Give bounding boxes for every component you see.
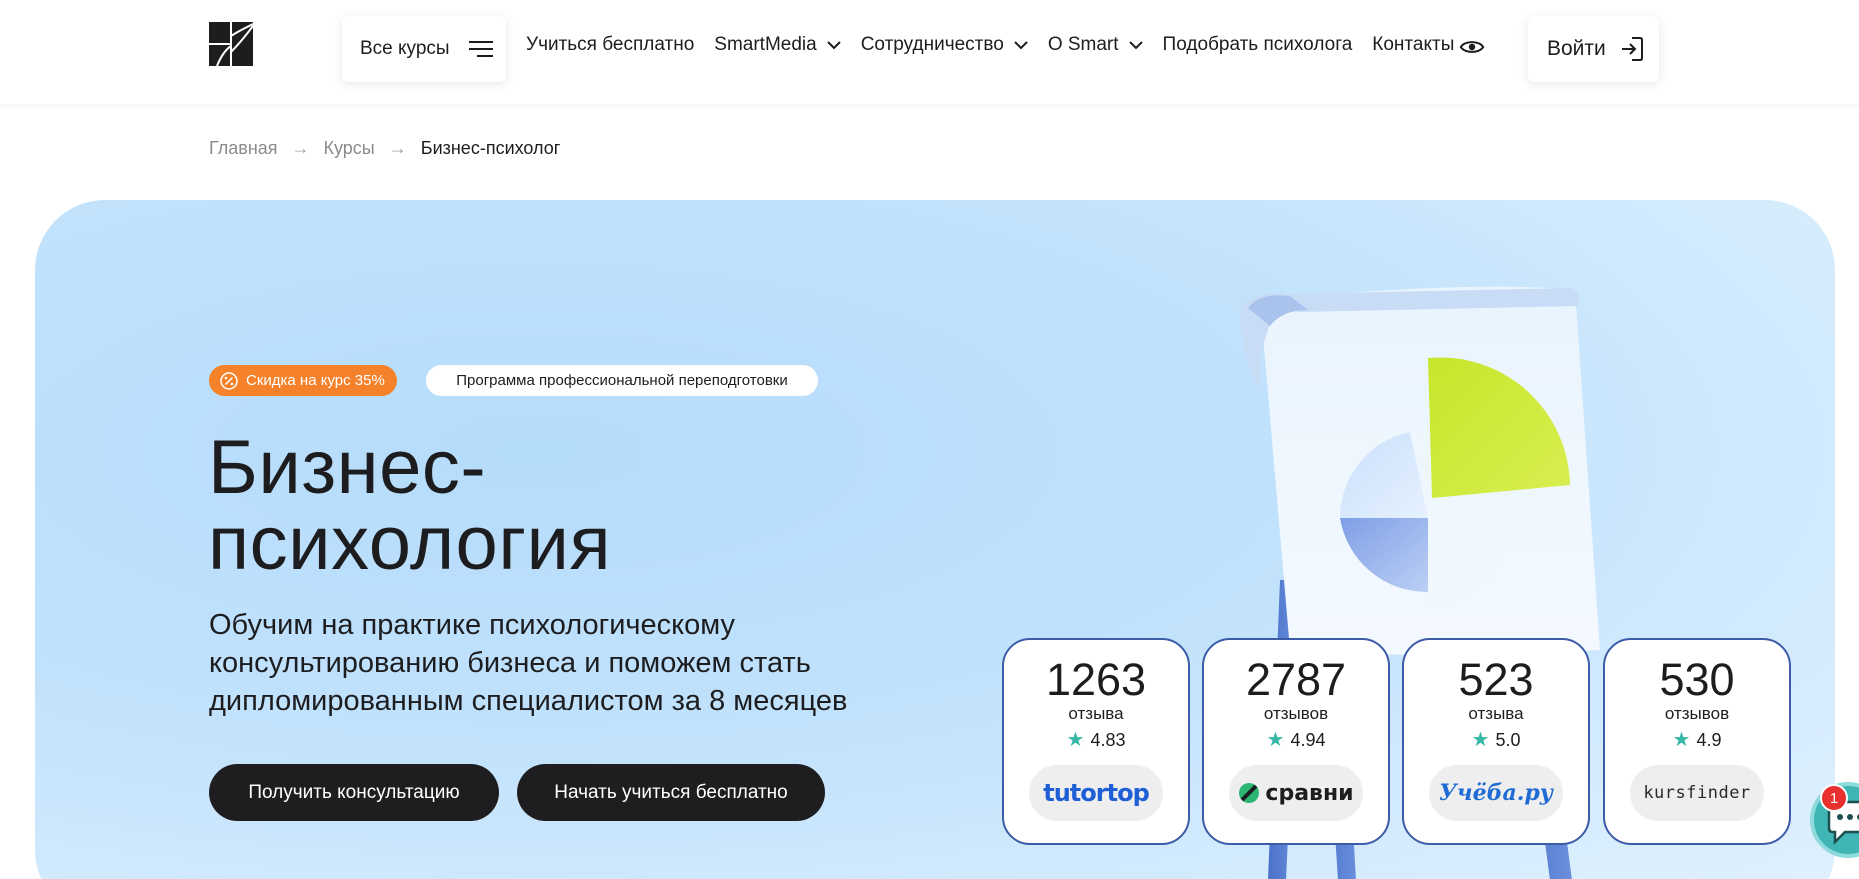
discount-badge: Скидка на курс 35% [209,365,397,396]
get-consultation-label: Получить консультацию [248,781,460,803]
chat-notification-badge: 1 [1820,784,1848,812]
review-rating-value: 4.9 [1696,730,1722,750]
nav-label: О Smart [1047,34,1119,55]
chevron-down-icon [1014,41,1028,50]
main-nav: Учиться бесплатно SmartMedia Сотрудничес… [526,32,1474,58]
review-rating: ★ 5.0 [1404,727,1588,753]
review-rating: ★ 4.9 [1605,727,1789,753]
program-badge: Программа профессиональной переподготовк… [426,365,818,396]
tutortop-logo: tutortop [1043,779,1149,807]
review-card-kursfinder: 530 отзывов ★ 4.9 kursfinder [1603,638,1791,845]
review-rating: ★ 4.94 [1204,727,1388,753]
nav-item-find-psychologist[interactable]: Подобрать психолога [1163,34,1353,56]
review-count-label: отзывов [1664,704,1730,723]
page-title-line2: психология [208,501,612,586]
review-rating: ★ 4.83 [1004,727,1188,753]
breadcrumb-home[interactable]: Главная [209,138,278,159]
menu-lines-icon [468,41,493,57]
hero-subtitle: Обучим на практике психологическому конс… [209,609,848,717]
nav-item-contacts[interactable]: Контакты [1372,34,1454,56]
login-label: Войти [1547,37,1606,60]
start-free-label: Начать учиться бесплатно [554,781,788,803]
login-arrow-icon [1621,37,1643,61]
sravni-logo-text: сравни [1265,780,1354,806]
chevron-down-icon [1128,41,1143,50]
breadcrumb-separator: → [291,138,310,158]
review-count-label: отзывов [1263,704,1329,723]
nav-item-about[interactable]: О Smart [1048,34,1143,56]
star-icon: ★ [1066,729,1085,751]
nav-item-learn-free[interactable]: Учиться бесплатно [526,34,694,56]
review-count-label: отзыва [1468,704,1524,723]
start-free-button[interactable]: Начать учиться бесплатно [517,764,825,821]
review-card-tutortop: 1263 отзыва ★ 4.83 tutortop [1002,638,1190,845]
breadcrumb-courses[interactable]: Курсы [324,138,375,159]
breadcrumb: Главная → Курсы → Бизнес-психолог [209,138,560,159]
accessibility-eye-button[interactable] [1458,33,1486,61]
star-icon: ★ [1266,729,1285,751]
kursfinder-logo-link[interactable]: kursfinder [1630,765,1764,821]
site-header: Все курсы Учиться бесплатно SmartMedia С… [0,0,1859,104]
ucheba-logo: Учёба.ру [1439,780,1553,806]
star-icon: ★ [1672,729,1691,751]
review-count: 2787 [1245,654,1347,705]
nav-label: SmartMedia [714,34,817,55]
chevron-down-icon [826,41,841,50]
review-count: 1263 [1045,654,1147,705]
smart-logo[interactable] [209,22,254,67]
tutortop-logo-link[interactable]: tutortop [1029,765,1163,821]
login-button[interactable]: Войти [1528,16,1659,82]
eye-icon [1459,41,1485,53]
review-rating-value: 4.94 [1290,730,1326,750]
review-rating-value: 4.83 [1090,730,1126,750]
nav-item-smartmedia[interactable]: SmartMedia [714,34,841,56]
program-badge-label: Программа профессиональной переподготовк… [456,372,788,389]
nav-label: Сотрудничество [860,34,1004,55]
all-courses-label: Все курсы [360,38,450,59]
sravni-leaf-icon [1239,783,1260,803]
nav-item-cooperation[interactable]: Сотрудничество [861,34,1028,56]
star-icon: ★ [1471,729,1490,751]
kursfinder-logo: kursfinder [1643,783,1751,803]
review-count: 530 [1659,654,1735,705]
breadcrumb-separator: → [388,138,407,158]
page-title-line1: Бизнес- [208,425,487,510]
sravni-logo: сравни [1238,780,1354,806]
all-courses-button[interactable]: Все курсы [342,16,506,82]
review-card-ucheba: 523 отзыва ★ 5.0 Учёба.ру [1402,638,1590,845]
nav-label: Контакты [1372,34,1455,55]
review-card-sravni: 2787 отзывов ★ 4.94 сравни [1202,638,1390,845]
review-count-label: отзыва [1068,704,1124,723]
nav-label: Учиться бесплатно [526,34,695,55]
discount-badge-label: Скидка на курс 35% [246,372,385,389]
review-rating-value: 5.0 [1495,730,1521,750]
get-consultation-button[interactable]: Получить консультацию [209,764,499,821]
sravni-logo-link[interactable]: сравни [1229,765,1363,821]
discount-percent-icon [220,371,238,390]
ucheba-logo-link[interactable]: Учёба.ру [1429,765,1563,821]
review-count: 523 [1458,654,1534,705]
page-title: Бизнес- психология [208,430,848,582]
nav-label: Подобрать психолога [1162,34,1353,55]
breadcrumb-current: Бизнес-психолог [420,138,561,158]
